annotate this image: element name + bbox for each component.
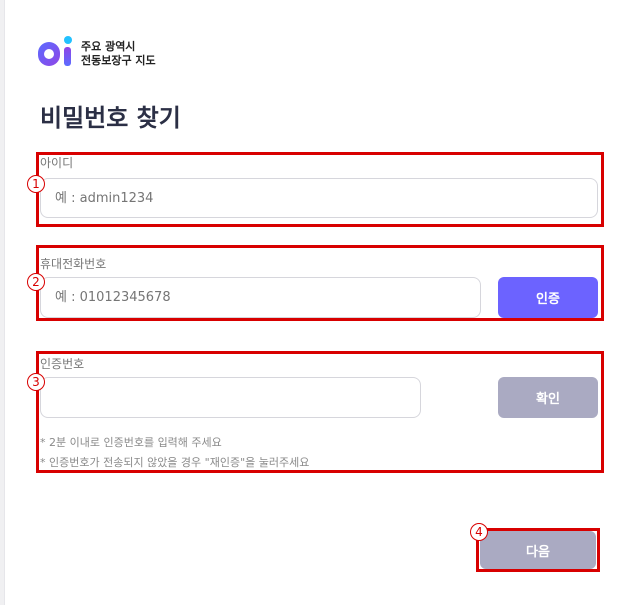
logo-line1: 주요 광역시 <box>81 40 136 53</box>
annotation-box-2 <box>36 245 604 321</box>
annotation-number-4: 4 <box>470 523 488 541</box>
logo-text: 주요 광역시 전동보장구 지도 <box>81 40 156 68</box>
ai-logo-icon <box>38 36 78 72</box>
annotation-box-4 <box>476 528 600 572</box>
app-logo: 주요 광역시 전동보장구 지도 <box>38 36 156 72</box>
annotation-number-3: 3 <box>27 373 45 391</box>
annotation-box-1 <box>36 152 604 227</box>
annotation-number-2: 2 <box>27 273 45 291</box>
annotation-box-3 <box>36 351 604 473</box>
annotation-number-1: 1 <box>27 175 45 193</box>
logo-line2: 전동보장구 지도 <box>81 54 156 67</box>
page-title: 비밀번호 찾기 <box>40 104 181 132</box>
